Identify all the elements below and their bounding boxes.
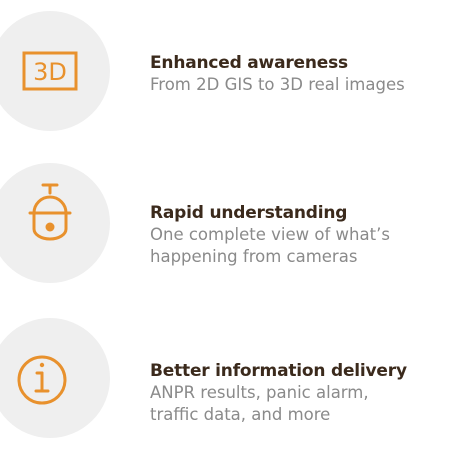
feature-text: Enhanced awareness From 2D GIS to 3D rea… [150,52,450,96]
feature-text: Rapid understanding One complete view of… [150,202,450,268]
icon-background: 3D [0,11,110,131]
feature-description-line: From 2D GIS to 3D real images [150,75,405,94]
security-camera-icon [28,183,72,241]
feature-title: Rapid understanding [150,203,348,223]
icon-background [0,163,110,283]
icon-background [0,318,110,438]
feature-text: Better information delivery ANPR results… [150,360,450,426]
info-icon [17,355,67,405]
feature-better-information-delivery: Better information delivery ANPR results… [0,318,455,438]
3d-icon-label: 3D [33,58,67,86]
feature-description-line: happening from cameras [150,247,358,266]
feature-title: Enhanced awareness [150,53,348,73]
feature-description-line: One complete view of what’s [150,225,390,244]
feature-rapid-understanding: Rapid understanding One complete view of… [0,163,455,283]
feature-description-line: traffic data, and more [150,405,331,424]
feature-description-line: ANPR results, panic alarm, [150,383,369,402]
feature-title: Better information delivery [150,361,407,381]
3d-icon: 3D [22,51,78,91]
feature-enhanced-awareness: 3D Enhanced awareness From 2D GIS to 3D … [0,11,455,131]
